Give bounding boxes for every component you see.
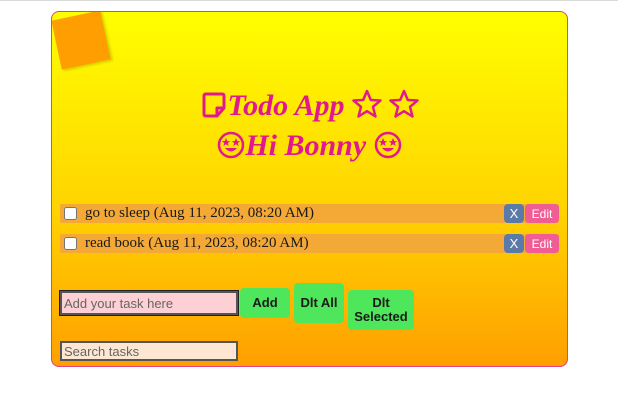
delete-task-button[interactable]: X — [504, 234, 524, 253]
task-list: go to sleep (Aug 11, 2023, 08:20 AM) X E… — [60, 204, 559, 264]
star-outline-icon — [389, 89, 420, 128]
sticky-note-decoration — [52, 12, 111, 70]
greeting-row: Hi Bonny — [52, 128, 567, 168]
todo-card: Todo App Hi Bonny go to sleep (Aug 11, 2… — [51, 11, 568, 367]
edit-task-button[interactable]: Edit — [525, 204, 559, 223]
task-item: go to sleep (Aug 11, 2023, 08:20 AM) X E… — [60, 204, 559, 223]
task-checkbox[interactable] — [64, 237, 77, 250]
app-header: Todo App Hi Bonny — [52, 88, 567, 168]
delete-selected-button[interactable]: Dlt Selected — [348, 290, 414, 330]
title-row: Todo App — [52, 88, 567, 128]
task-text: go to sleep (Aug 11, 2023, 08:20 AM) — [85, 205, 315, 221]
add-task-button[interactable]: Add — [240, 288, 290, 318]
add-task-input[interactable] — [59, 290, 239, 316]
greeting-text: Hi Bonny — [245, 129, 367, 162]
app-title: Todo App — [227, 89, 345, 122]
edit-task-button[interactable]: Edit — [525, 234, 559, 253]
search-input[interactable] — [60, 341, 238, 361]
task-checkbox[interactable] — [64, 207, 77, 220]
top-divider — [0, 0, 618, 1]
star-outline-icon — [352, 89, 382, 128]
star-struck-face-icon — [374, 131, 402, 168]
task-item: read book (Aug 11, 2023, 08:20 AM) X Edi… — [60, 234, 559, 253]
task-text: read book (Aug 11, 2023, 08:20 AM) — [85, 235, 309, 251]
delete-all-button[interactable]: Dlt All — [294, 283, 344, 323]
sticky-note-icon — [200, 91, 228, 128]
delete-task-button[interactable]: X — [504, 204, 524, 223]
star-struck-face-icon — [217, 131, 245, 168]
